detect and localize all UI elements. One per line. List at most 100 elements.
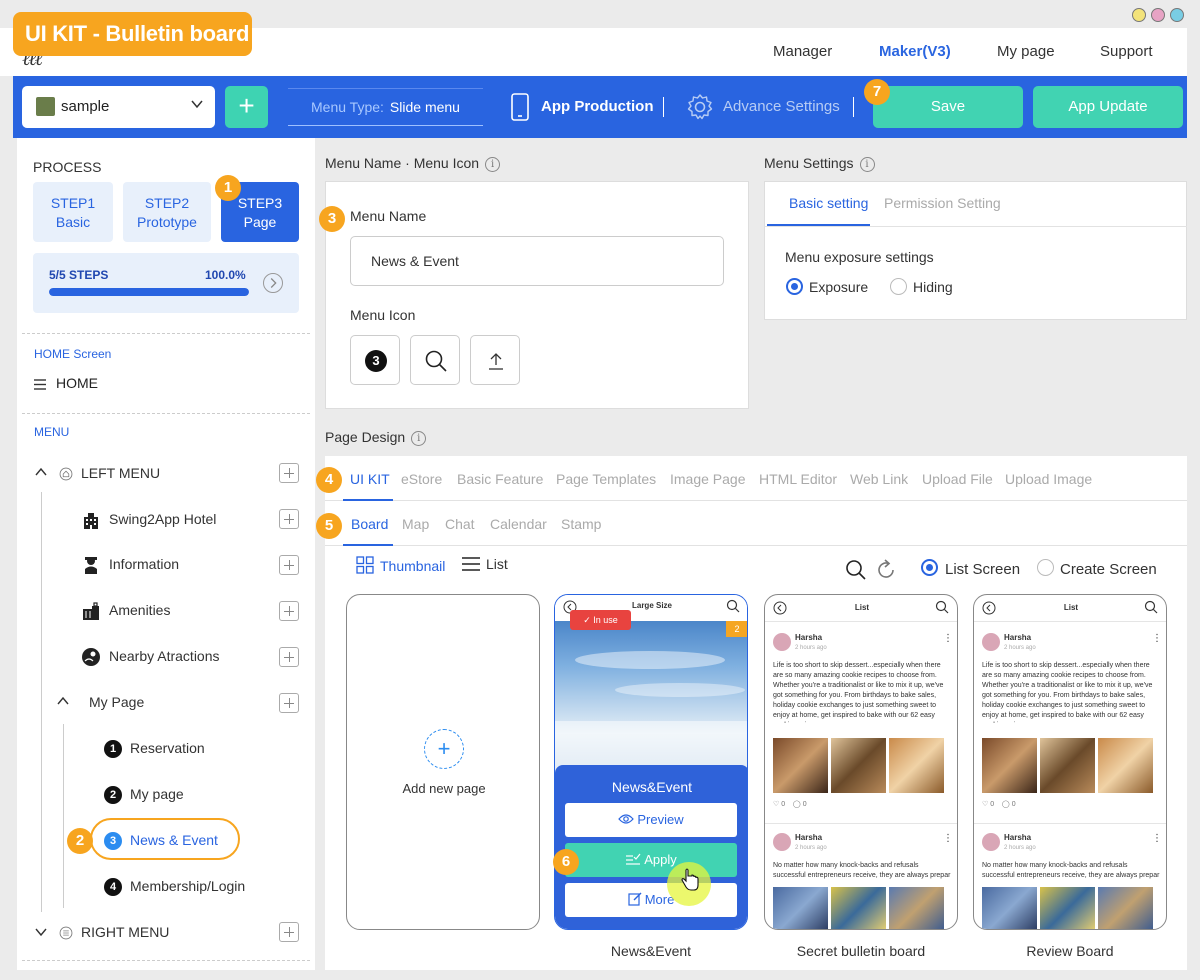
upload-icon-button[interactable] <box>470 335 520 385</box>
tab-estore[interactable]: eStore <box>401 471 442 487</box>
tab-board[interactable]: Board <box>351 516 388 532</box>
info-icon[interactable]: i <box>411 431 427 446</box>
tab-permission-setting[interactable]: Permission Setting <box>884 195 1001 211</box>
upload-icon <box>489 353 503 370</box>
exposure-radio[interactable] <box>786 278 803 295</box>
post-author: Harsha <box>1004 633 1032 642</box>
menu-icon-current[interactable]: 3 <box>350 335 400 385</box>
preview-button[interactable]: Preview <box>565 803 737 837</box>
tab-calendar[interactable]: Calendar <box>490 516 547 532</box>
chevron-right-icon[interactable] <box>263 273 283 293</box>
search-icon[interactable] <box>845 559 867 581</box>
chevron-up-icon[interactable] <box>35 466 47 478</box>
template-header-title: List <box>1063 603 1079 612</box>
sidebar-item-membership-login[interactable]: 4 Membership/Login <box>104 875 245 897</box>
tab-chat[interactable]: Chat <box>445 516 475 532</box>
comment-count: 0 <box>802 801 807 808</box>
sidebar-item-news-event[interactable]: 3 News & Event <box>104 829 218 851</box>
list-screen-radio[interactable] <box>921 559 938 576</box>
nav-manager[interactable]: Manager <box>773 43 832 60</box>
sidebar-item-information[interactable]: Information <box>81 553 179 575</box>
refresh-icon[interactable] <box>875 559 897 581</box>
add-new-page-card[interactable]: + Add new page <box>346 594 540 930</box>
window-dot-pink[interactable] <box>1151 8 1165 22</box>
add-submenu-button[interactable] <box>279 555 299 575</box>
review-board-template-card[interactable]: List Harsha 2 hours ago ⋮ Life is too sh… <box>973 594 1167 930</box>
add-submenu-button[interactable] <box>279 693 299 713</box>
secret-board-template-card[interactable]: List Harsha 2 hours ago ⋮ Life is too sh… <box>764 594 958 930</box>
add-submenu-button[interactable] <box>279 463 299 483</box>
app-thumbnail-icon <box>36 97 55 116</box>
add-submenu-button[interactable] <box>279 601 299 621</box>
tab-map[interactable]: Map <box>402 516 429 532</box>
add-app-button[interactable]: + <box>225 86 268 128</box>
template-caption: News&Event <box>610 943 692 959</box>
advance-settings-button[interactable]: Advance Settings <box>686 93 840 121</box>
menu-type-selector[interactable]: Menu Type: Slide menu <box>288 88 483 126</box>
info-icon[interactable]: i <box>485 157 501 172</box>
chevron-up-icon[interactable] <box>57 695 69 707</box>
tab-upload-image[interactable]: Upload Image <box>1005 471 1092 487</box>
tab-ui-kit[interactable]: UI KIT <box>350 471 390 487</box>
tab-active-indicator <box>343 544 393 546</box>
grid-icon <box>356 556 374 574</box>
news-event-template-card[interactable]: Large Size ✓ In use 2 News&Event <box>554 594 748 930</box>
window-dot-yellow[interactable] <box>1132 8 1146 22</box>
create-screen-radio[interactable] <box>1037 559 1054 576</box>
post-time: 2 hours ago <box>1004 645 1036 651</box>
progress-card: 5/5 STEPS 100.0% <box>33 253 299 313</box>
chevron-down-icon[interactable] <box>35 926 47 938</box>
sidebar-item-label: Amenities <box>109 602 171 618</box>
sidebar-item-amenities[interactable]: Amenities <box>81 599 170 621</box>
app-select-dropdown[interactable]: sample <box>22 86 215 128</box>
tab-basic-setting[interactable]: Basic setting <box>789 195 868 211</box>
add-submenu-button[interactable] <box>279 509 299 529</box>
add-submenu-button[interactable] <box>279 922 299 942</box>
sidebar-item-right-menu[interactable]: RIGHT MENU <box>59 921 169 943</box>
save-button[interactable]: Save <box>873 86 1023 128</box>
callout-badge-5: 5 <box>316 513 342 539</box>
panel-title: Menu Name · Menu Icon <box>325 155 480 171</box>
sidebar-group-my-page[interactable]: My Page <box>89 691 144 713</box>
hiding-radio[interactable] <box>890 278 907 295</box>
comment-count: 0 <box>1011 801 1016 808</box>
app-production-label: App Production <box>541 98 654 115</box>
sidebar-item-left-menu[interactable]: LEFT MENU <box>59 462 160 484</box>
step-prototype[interactable]: STEP2 Prototype <box>123 182 211 242</box>
sky-photo <box>555 621 747 771</box>
post-stats: ♡ 0 ◯ 0 <box>773 801 807 808</box>
post-time: 2 hours ago <box>1004 845 1036 851</box>
menu-icon-label: Menu Icon <box>350 307 416 323</box>
nav-support[interactable]: Support <box>1100 43 1153 60</box>
step-basic[interactable]: STEP1 Basic <box>33 182 113 242</box>
tab-web-link[interactable]: Web Link <box>850 471 908 487</box>
view-thumbnail-toggle[interactable]: Thumbnail <box>356 556 445 574</box>
tab-page-templates[interactable]: Page Templates <box>556 471 656 487</box>
tab-image-page[interactable]: Image Page <box>670 471 746 487</box>
more-button[interactable]: More <box>565 883 737 917</box>
add-submenu-button[interactable] <box>279 647 299 667</box>
tab-html-editor[interactable]: HTML Editor <box>759 471 837 487</box>
apply-button[interactable]: Apply <box>565 843 737 877</box>
app-update-button[interactable]: App Update <box>1033 86 1183 128</box>
callout-badge-7: 7 <box>864 79 890 105</box>
window-dot-blue[interactable] <box>1170 8 1184 22</box>
menu-name-input[interactable]: News & Event <box>350 236 724 286</box>
sidebar-item-my-page[interactable]: 2 My page <box>104 783 184 805</box>
view-list-toggle[interactable]: List <box>462 556 508 572</box>
info-icon[interactable]: i <box>859 157 875 172</box>
tab-stamp[interactable]: Stamp <box>561 516 601 532</box>
sidebar-item-home[interactable]: HOME <box>34 375 98 391</box>
nav-my-page[interactable]: My page <box>997 43 1055 60</box>
post-author: Harsha <box>1004 833 1032 842</box>
tab-basic-feature[interactable]: Basic Feature <box>457 471 543 487</box>
sidebar-item-reservation[interactable]: 1 Reservation <box>104 737 205 759</box>
app-name: sample <box>61 98 110 115</box>
app-production-button[interactable]: App Production <box>506 93 654 121</box>
tab-upload-file[interactable]: Upload File <box>922 471 993 487</box>
nav-maker[interactable]: Maker(V3) <box>879 43 951 60</box>
sidebar-item-label: Information <box>109 556 180 572</box>
search-icon-button[interactable] <box>410 335 460 385</box>
sidebar-item-nearby-atractions[interactable]: Nearby Atractions <box>81 645 220 667</box>
sidebar-item-hotel[interactable]: Swing2App Hotel <box>81 508 216 530</box>
